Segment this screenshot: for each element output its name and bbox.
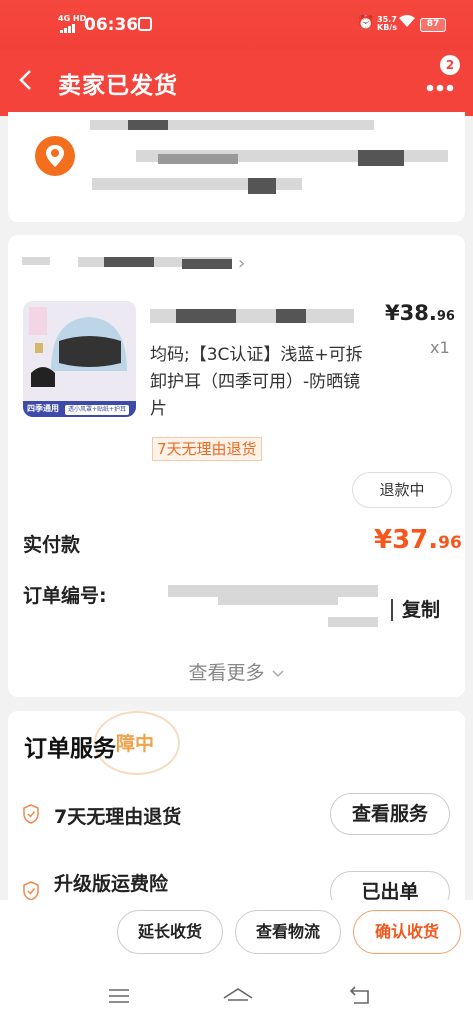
nav-bar: 卖家已发货 2 — [0, 50, 473, 116]
view-logistics-button[interactable]: 查看物流 — [235, 910, 341, 954]
back-button[interactable] — [16, 62, 36, 107]
paid-label: 实付款 — [23, 534, 81, 556]
service-label: 7天无理由退货 — [54, 806, 182, 828]
product-image[interactable]: 四季通用 透小风罩+贴纸+护耳 — [23, 301, 136, 417]
copy-separator — [391, 599, 393, 621]
bottom-action-bar: 延长收货 查看物流 确认收货 — [0, 900, 473, 968]
alarm-icon: ⏰ — [357, 15, 375, 31]
service-title: 订单服务 — [24, 736, 116, 762]
paid-amount: ¥37.96 — [374, 525, 462, 555]
order-card: › 四季通用 透小风罩+贴纸+护耳 均码;【3C认证】浅蓝+可拆卸护耳（四季可用）… — [8, 235, 465, 697]
product-spec[interactable]: 均码;【3C认证】浅蓝+可拆卸护耳（四季可用）-防晒镜片 — [150, 342, 370, 423]
shield-check-icon — [23, 881, 39, 901]
home-icon[interactable] — [222, 984, 254, 1008]
battery-indicator: 87 — [420, 18, 446, 32]
refund-status-button[interactable]: 退款中 — [352, 472, 452, 508]
notification-badge: 2 — [440, 55, 460, 75]
chevron-left-icon — [19, 70, 31, 90]
network-speed: 35.7 KB/s — [377, 15, 397, 32]
extend-receipt-button[interactable]: 延长收货 — [117, 910, 223, 954]
menu-icon[interactable] — [106, 984, 132, 1008]
return-policy-tag: 7天无理由退货 — [152, 437, 262, 461]
view-service-button[interactable]: 查看服务 — [330, 793, 450, 835]
back-nav-icon[interactable] — [348, 984, 374, 1008]
chevron-right-icon: › — [238, 253, 246, 274]
address-card[interactable] — [8, 112, 465, 222]
order-number-label: 订单编号: — [23, 585, 107, 607]
status-bar: 4G HD 06:36 ⏰ 35.7 KB/s 87 — [0, 0, 473, 50]
helmet-image — [23, 301, 136, 401]
image-band: 四季通用 透小风罩+贴纸+护耳 — [23, 401, 136, 417]
notification-app-icon — [138, 17, 152, 31]
stamp-text: 障中 — [116, 733, 155, 755]
service-label: 升级版运费险 — [54, 873, 169, 895]
clock: 06:36 — [84, 15, 139, 35]
page-title: 卖家已发货 — [58, 73, 178, 99]
location-pin-icon — [35, 136, 75, 176]
chevron-down-icon — [272, 670, 284, 678]
shield-check-icon — [23, 804, 39, 824]
system-nav-bar — [0, 968, 473, 1024]
item-price: ¥38.96 — [385, 301, 455, 325]
item-quantity: x1 — [430, 338, 450, 357]
wifi-icon — [398, 14, 416, 32]
confirm-receipt-button[interactable]: 确认收货 — [353, 910, 461, 954]
copy-order-number-button[interactable]: 复制 — [402, 595, 440, 622]
network-indicator: 4G HD — [58, 14, 87, 23]
see-more-button[interactable]: 查看更多 — [8, 658, 465, 685]
signal-icon — [60, 24, 78, 33]
